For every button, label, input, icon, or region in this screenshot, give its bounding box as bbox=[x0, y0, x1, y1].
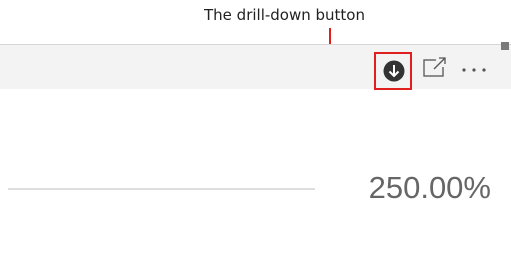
callout-label: The drill-down button bbox=[204, 6, 365, 24]
visual-card-area: The drill-down button 250.00% bbox=[0, 0, 511, 266]
more-options-icon bbox=[462, 68, 486, 72]
drill-down-button[interactable] bbox=[374, 52, 412, 90]
focus-mode-button[interactable] bbox=[422, 56, 450, 80]
visual-divider bbox=[8, 188, 315, 190]
callout-connector bbox=[329, 28, 374, 71]
focus-mode-icon bbox=[423, 57, 446, 77]
more-options-button[interactable] bbox=[456, 58, 498, 82]
resize-handle[interactable] bbox=[501, 42, 509, 50]
card-value: 250.00% bbox=[368, 170, 491, 205]
arrow-down-circle-icon bbox=[383, 60, 405, 82]
